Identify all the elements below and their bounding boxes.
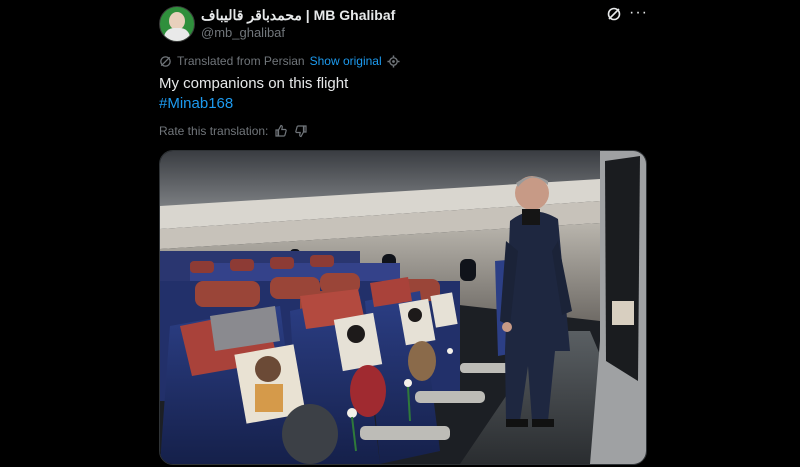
cabin-photo [160,151,646,464]
show-original-link[interactable]: Show original [310,54,382,68]
post-text: My companions on this flight #Minab168 [159,74,348,114]
post-body: My companions on this flight [159,75,349,92]
post: محمدباقر قالیباف | MB Ghalibaf @mb_ghali… [0,0,800,467]
rate-translation-row: Rate this translation: [159,124,308,138]
translated-label: Translated from Persian [177,54,305,68]
translation-row: Translated from Persian Show original [159,54,400,68]
display-name[interactable]: محمدباقر قالیباف | MB Ghalibaf [201,7,395,24]
translate-icon [160,55,171,67]
thumbs-down-icon[interactable] [294,124,308,138]
post-image[interactable] [159,150,647,465]
hashtag-link[interactable]: #Minab168 [159,94,348,114]
rate-label: Rate this translation: [159,124,269,138]
gear-icon[interactable] [387,54,400,68]
avatar[interactable] [159,6,195,42]
grok-icon[interactable] [606,6,622,22]
handle[interactable]: @mb_ghalibaf [201,25,285,40]
more-icon[interactable]: ··· [629,4,648,22]
thumbs-up-icon[interactable] [274,124,288,138]
